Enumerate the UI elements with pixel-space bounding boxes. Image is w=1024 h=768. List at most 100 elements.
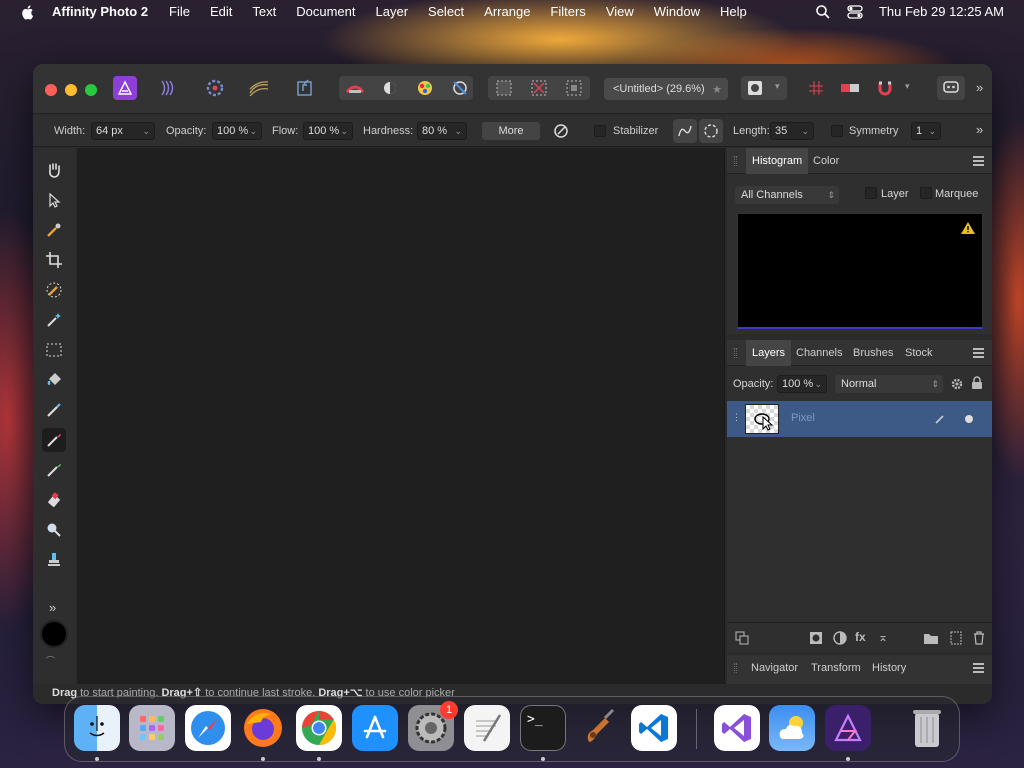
paint-brush-tool-icon[interactable] — [42, 428, 66, 452]
snapping-dropdown-chevron-icon[interactable]: ▾ — [905, 81, 910, 92]
quick-mask-icon[interactable] — [743, 76, 767, 100]
menu-help[interactable]: Help — [720, 4, 747, 19]
color-picker-tool-icon[interactable] — [42, 218, 66, 242]
opacity-dropdown-chevron-icon[interactable]: ⌄ — [249, 123, 257, 139]
primary-color-swatch[interactable] — [40, 620, 68, 648]
flood-fill-tool-icon[interactable] — [42, 368, 66, 392]
weather-icon[interactable] — [769, 705, 815, 751]
symmetry-field[interactable]: 1 ⌄ — [911, 122, 941, 140]
selection-brush-tool-icon[interactable] — [42, 278, 66, 302]
menu-filters[interactable]: Filters — [550, 4, 585, 19]
firefox-icon[interactable] — [240, 705, 286, 751]
affinity-photo-dock-icon[interactable] — [825, 705, 871, 751]
flow-dropdown-chevron-icon[interactable]: ⌄ — [340, 123, 348, 139]
navigator-panel-menu-icon[interactable] — [973, 663, 984, 673]
pixel-tool-icon[interactable] — [42, 398, 66, 422]
menu-window[interactable]: Window — [654, 4, 700, 19]
menubar-clock[interactable]: Thu Feb 29 12:25 AM — [879, 4, 1004, 19]
photo-persona-icon[interactable] — [113, 76, 137, 100]
launchpad-icon[interactable] — [129, 705, 175, 751]
invert-selection-icon[interactable] — [562, 76, 586, 100]
app-store-icon[interactable] — [352, 705, 398, 751]
menu-file[interactable]: File — [169, 4, 190, 19]
add-fx-icon[interactable]: fx — [855, 630, 866, 644]
tab-stock[interactable]: Stock — [905, 347, 933, 359]
rectangular-marquee-tool-icon[interactable] — [42, 338, 66, 362]
add-pixel-layer-icon[interactable] — [949, 631, 963, 645]
toolbar-overflow-chevron-icon[interactable]: » — [976, 80, 983, 95]
spotlight-search-icon[interactable] — [815, 4, 831, 20]
layers-panel-menu-icon[interactable] — [973, 348, 984, 358]
liquify-persona-icon[interactable] — [157, 76, 181, 100]
textedit-icon[interactable] — [464, 705, 510, 751]
blend-mode-select[interactable]: Normal ⇕ — [835, 375, 943, 393]
panel-grip-icon[interactable] — [734, 156, 737, 166]
brush-pressure-icon[interactable] — [549, 119, 573, 143]
move-by-whole-pixels-icon[interactable] — [838, 76, 862, 100]
symmetry-checkbox[interactable] — [831, 125, 843, 137]
color-replacement-brush-icon[interactable] — [42, 458, 66, 482]
length-field[interactable]: 35 ⌄ — [770, 122, 814, 140]
marquee-checkbox[interactable] — [920, 187, 932, 199]
clone-brush-tool-icon[interactable] — [42, 548, 66, 572]
rope-mode-icon[interactable] — [673, 119, 697, 143]
export-persona-icon[interactable] — [293, 76, 317, 100]
tab-transform[interactable]: Transform — [811, 662, 861, 674]
tab-brushes[interactable]: Brushes — [853, 347, 893, 359]
tools-overflow-chevron-icon[interactable]: » — [49, 600, 56, 615]
menu-layer[interactable]: Layer — [376, 4, 409, 19]
visual-studio-icon[interactable] — [714, 705, 760, 751]
flow-field[interactable]: 100 % ⌄ — [303, 122, 353, 140]
chrome-icon[interactable] — [296, 705, 342, 751]
tab-layers[interactable]: Layers — [746, 340, 792, 366]
symmetry-dropdown-chevron-icon[interactable]: ⌄ — [928, 123, 936, 139]
add-adjustment-icon[interactable] — [833, 631, 847, 645]
dodge-brush-tool-icon[interactable] — [42, 518, 66, 542]
width-field[interactable]: 64 px ⌄ — [91, 122, 155, 140]
move-tool-arrow-icon[interactable] — [42, 188, 66, 212]
flood-select-tool-wand-icon[interactable] — [42, 308, 66, 332]
menu-document[interactable]: Document — [296, 4, 355, 19]
document-tab[interactable]: <Untitled> (29.6%) ★ — [604, 78, 728, 100]
zoom-window-button[interactable] — [85, 84, 97, 96]
width-dropdown-chevron-icon[interactable]: ⌄ — [142, 123, 150, 139]
tab-navigator[interactable]: Navigator — [751, 662, 798, 674]
select-all-icon[interactable] — [492, 76, 516, 100]
quick-mask-dropdown-chevron-icon[interactable]: ▾ — [775, 81, 780, 92]
auto-white-balance-icon[interactable] — [448, 76, 472, 100]
assistant-icon[interactable] — [343, 76, 367, 100]
hardness-field[interactable]: 80 % ⌄ — [417, 122, 467, 140]
layer-mode-icon[interactable] — [735, 631, 749, 645]
opacity-field[interactable]: 100 % ⌄ — [212, 122, 262, 140]
tab-color[interactable]: Color — [813, 155, 839, 167]
crop-tool-icon[interactable] — [42, 248, 66, 272]
histogram-panel-menu-icon[interactable] — [973, 156, 984, 166]
channels-select[interactable]: All Channels ⇕ — [735, 186, 839, 204]
swap-colors-icon[interactable]: ⌒ — [46, 654, 55, 667]
menu-view[interactable]: View — [606, 4, 634, 19]
view-tool-hand-icon[interactable] — [42, 158, 66, 182]
minimize-window-button[interactable] — [65, 84, 77, 96]
stabilizer-checkbox[interactable] — [594, 125, 606, 137]
apple-menu-icon[interactable] — [19, 3, 37, 21]
context-overflow-chevron-icon[interactable]: » — [976, 122, 983, 137]
menu-select[interactable]: Select — [428, 4, 464, 19]
panel-grip-icon[interactable] — [734, 348, 737, 358]
layer-opacity-field[interactable]: 100 % ⌄ — [777, 375, 827, 393]
lock-layer-icon[interactable] — [971, 376, 983, 390]
tone-mapping-persona-icon[interactable] — [247, 76, 271, 100]
snapping-magnet-icon[interactable] — [873, 76, 897, 100]
finder-icon[interactable] — [74, 705, 120, 751]
more-button[interactable]: More — [482, 122, 540, 140]
tab-channels[interactable]: Channels — [796, 347, 842, 359]
layer-checkbox[interactable] — [865, 187, 877, 199]
layer-opacity-chevron-icon[interactable]: ⌄ — [814, 376, 822, 392]
delete-layer-trash-icon[interactable] — [972, 631, 986, 645]
layer-settings-gear-icon[interactable] — [950, 377, 964, 391]
control-center-icon[interactable] — [847, 4, 863, 20]
canvas-area[interactable] — [77, 148, 725, 684]
add-live-filter-icon[interactable]: ⌅ — [878, 630, 888, 644]
safari-icon[interactable] — [185, 705, 231, 751]
auto-color-icon[interactable] — [413, 76, 437, 100]
length-dropdown-chevron-icon[interactable]: ⌄ — [801, 123, 809, 139]
